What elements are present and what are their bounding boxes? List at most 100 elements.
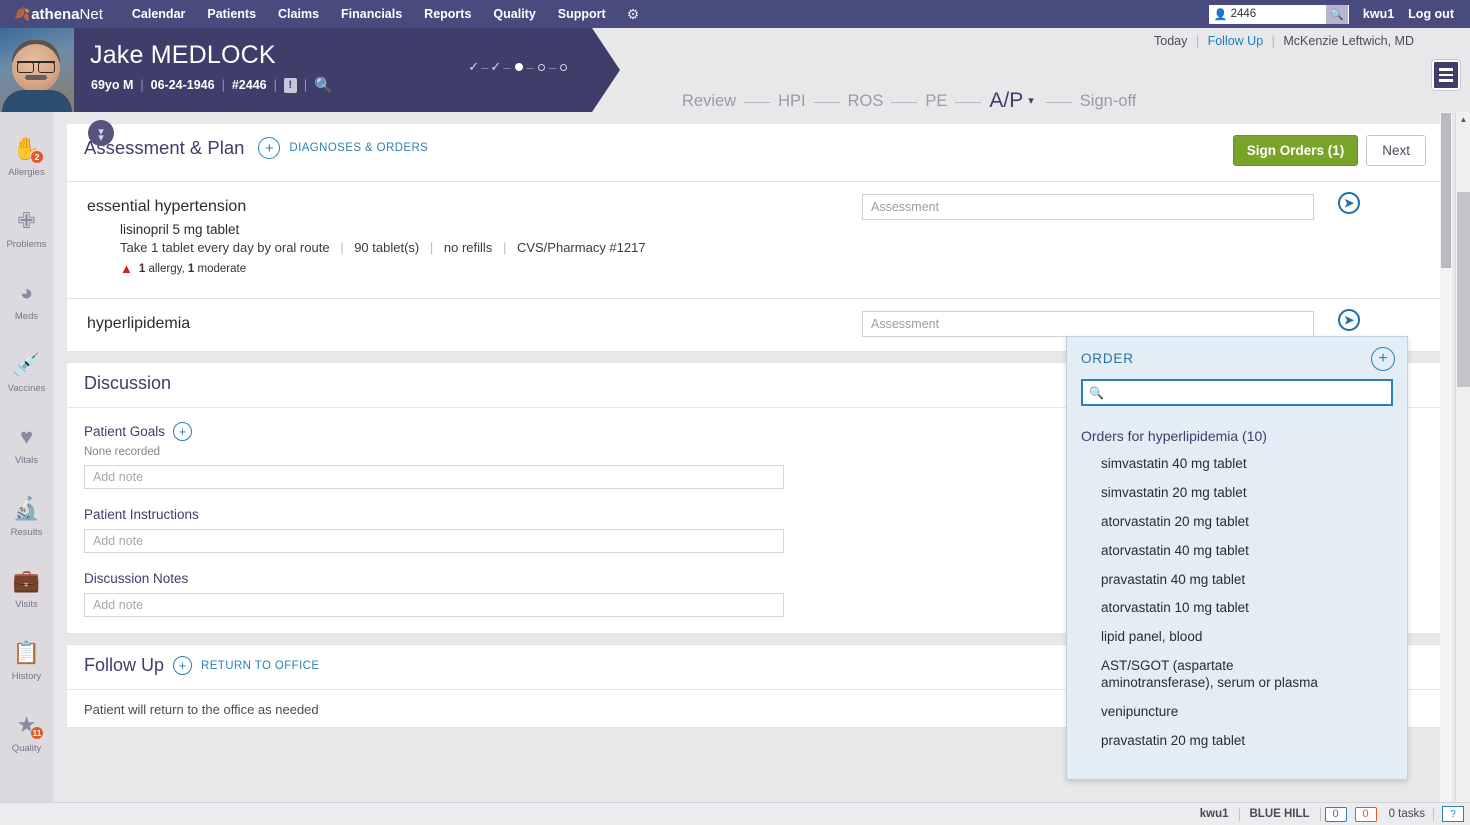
assessment-input-hypertension[interactable] <box>862 194 1314 220</box>
return-to-office-link[interactable]: RETURN TO OFFICE <box>201 660 319 672</box>
medication-sig-line: Take 1 tablet every day by oral route | … <box>120 240 1442 255</box>
order-search-input[interactable] <box>1105 385 1385 400</box>
search-icon[interactable]: 🔍 <box>314 76 333 94</box>
quality-star-icon: ★ <box>16 712 37 737</box>
scroll-up-arrow-icon[interactable]: ▲ <box>1456 112 1470 127</box>
page-scrollbar[interactable]: ▲ <box>1455 112 1470 802</box>
meta-divider-4: | <box>303 78 308 92</box>
athenanet-logo[interactable]: 🍂 athena Net <box>8 6 103 23</box>
nav-calendar[interactable]: Calendar <box>121 0 197 28</box>
meta-divider-1: | <box>140 78 144 92</box>
progress-dot-4 <box>538 64 545 71</box>
nav-financials[interactable]: Financials <box>330 0 413 28</box>
order-item[interactable]: simvastatin 40 mg tablet <box>1067 450 1407 479</box>
sidebar-item-meds[interactable]: ◕ Meds <box>0 272 53 344</box>
patient-search-box[interactable]: 👤 🔍 <box>1208 4 1349 24</box>
status-tasks[interactable]: 0 tasks <box>1381 808 1433 820</box>
order-item[interactable]: AST/SGOT (aspartate aminotransferase), s… <box>1067 652 1357 698</box>
sidebar-label-quality: Quality <box>11 743 42 754</box>
sidebar-item-vitals[interactable]: ♥ Vitals <box>0 416 53 488</box>
help-icon[interactable]: ? <box>1442 806 1464 822</box>
sidebar-item-allergies[interactable]: ✋ 2 Allergies <box>0 128 53 200</box>
patient-goals-label: Patient Goals <box>84 424 166 439</box>
patient-goals-note-input[interactable] <box>84 465 784 489</box>
person-icon: 👤 <box>1213 8 1228 21</box>
hamburger-menu-icon[interactable] <box>1432 60 1460 90</box>
step-ros[interactable]: ROS <box>846 92 886 111</box>
status-count-blue[interactable]: 0 <box>1324 806 1347 822</box>
patient-dob: 06-24-1946 <box>150 78 215 92</box>
order-item[interactable]: pravastatin 40 mg tablet <box>1067 566 1407 595</box>
avatar-glasses <box>17 61 55 73</box>
sign-orders-button[interactable]: Sign Orders (1) <box>1232 135 1359 166</box>
order-item[interactable]: pravastatin 20 mg tablet <box>1067 727 1407 756</box>
patient-avatar[interactable] <box>0 28 74 112</box>
patient-alert-icon[interactable]: ! <box>284 78 297 93</box>
order-item[interactable]: atorvastatin 10 mg tablet <box>1067 594 1407 623</box>
sidebar-item-visits[interactable]: 💼 Visits <box>0 560 53 632</box>
sidebar-item-results[interactable]: 🔬 Results <box>0 488 53 560</box>
order-popover: ORDER + 🔍 Orders for hyperlipidemia (10)… <box>1066 336 1408 780</box>
warning-moderate-label: moderate <box>197 262 247 275</box>
sidebar-item-history[interactable]: 📋 History <box>0 632 53 704</box>
logout-link[interactable]: Log out <box>1408 7 1462 21</box>
nav-quality[interactable]: Quality <box>482 0 546 28</box>
discussion-notes-input[interactable] <box>84 593 784 617</box>
patient-instructions-note-input[interactable] <box>84 529 784 553</box>
sidebar-item-vaccines[interactable]: 💉 Vaccines <box>0 344 53 416</box>
gear-icon[interactable]: ⚙ <box>617 0 650 28</box>
assessment-plan-actions: Sign Orders (1) Next <box>1232 135 1426 166</box>
order-search-box[interactable]: 🔍 <box>1081 379 1393 406</box>
submit-check-icon[interactable]: ➤ <box>1338 192 1360 214</box>
medication-interaction-warning[interactable]: ▲ 1 allergy, 1 moderate <box>120 261 1442 276</box>
order-item[interactable]: lipid panel, blood <box>1067 623 1407 652</box>
progress-check-1: ✓ <box>468 59 480 74</box>
encounter-divider-2: | <box>1271 34 1275 48</box>
order-item[interactable]: atorvastatin 20 mg tablet <box>1067 508 1407 537</box>
status-count-orange[interactable]: 0 <box>1354 806 1377 822</box>
sidebar-label-history: History <box>11 671 42 682</box>
plus-circle-icon[interactable]: + <box>258 137 281 159</box>
next-button[interactable]: Next <box>1366 135 1426 166</box>
add-return-to-office-plus-icon[interactable]: + <box>173 656 193 675</box>
search-icon[interactable]: 🔍 <box>1325 4 1348 24</box>
step-ap-active[interactable]: A/P <box>987 90 1025 111</box>
sidebar-item-quality[interactable]: ★ 11 Quality <box>0 704 53 776</box>
nav-claims[interactable]: Claims <box>267 0 330 28</box>
order-item[interactable]: atorvastatin 40 mg tablet <box>1067 537 1407 566</box>
top-nav-right-cluster: 👤 🔍 kwu1 Log out <box>1208 4 1462 24</box>
order-popover-title: ORDER <box>1081 351 1134 366</box>
add-diagnoses-orders-link[interactable]: DIAGNOSES & ORDERS <box>289 142 428 154</box>
step-hpi[interactable]: HPI <box>776 92 808 111</box>
inner-content-scrollbar[interactable] <box>1440 112 1452 802</box>
step-pe[interactable]: PE <box>923 92 949 111</box>
leaf-icon: 🍂 <box>14 6 31 21</box>
avatar-mustache <box>25 75 47 80</box>
progress-dash-1: – <box>481 59 489 75</box>
order-group-label: Orders for hyperlipidemia (10) <box>1081 428 1267 444</box>
submit-check-icon-2[interactable]: ➤ <box>1338 309 1360 331</box>
medication-name[interactable]: lisinopril 5 mg tablet <box>120 222 1442 237</box>
nav-reports[interactable]: Reports <box>413 0 482 28</box>
plus-circle-icon[interactable]: + <box>1371 347 1395 371</box>
assessment-input-hyperlipidemia[interactable] <box>862 311 1314 337</box>
expand-patient-banner-button[interactable]: ▾ ▾ <box>88 120 114 146</box>
sig-divider-3: | <box>502 240 507 255</box>
order-item[interactable]: venipuncture <box>1067 698 1407 727</box>
step-review[interactable]: Review <box>680 92 738 111</box>
step-signoff[interactable]: Sign-off <box>1078 92 1139 111</box>
app-root: 🍂 athena Net Calendar Patients Claims Fina… <box>0 0 1470 825</box>
step-rule-3 <box>891 102 918 103</box>
page-scroll-thumb[interactable] <box>1457 192 1470 387</box>
patient-search-input[interactable] <box>1230 8 1321 20</box>
sidebar-item-problems[interactable]: ✙ Problems <box>0 200 53 272</box>
encounter-type-link[interactable]: Follow Up <box>1208 34 1264 48</box>
follow-up-title: Follow Up <box>84 655 165 675</box>
inner-scroll-thumb[interactable] <box>1441 113 1451 268</box>
sidebar-label-vaccines: Vaccines <box>7 383 46 394</box>
nav-support[interactable]: Support <box>547 0 617 28</box>
chevron-down-icon[interactable]: ▾ <box>1028 94 1034 107</box>
order-item[interactable]: simvastatin 20 mg tablet <box>1067 479 1407 508</box>
add-patient-goal-plus-icon[interactable]: + <box>173 422 193 441</box>
nav-patients[interactable]: Patients <box>196 0 267 28</box>
